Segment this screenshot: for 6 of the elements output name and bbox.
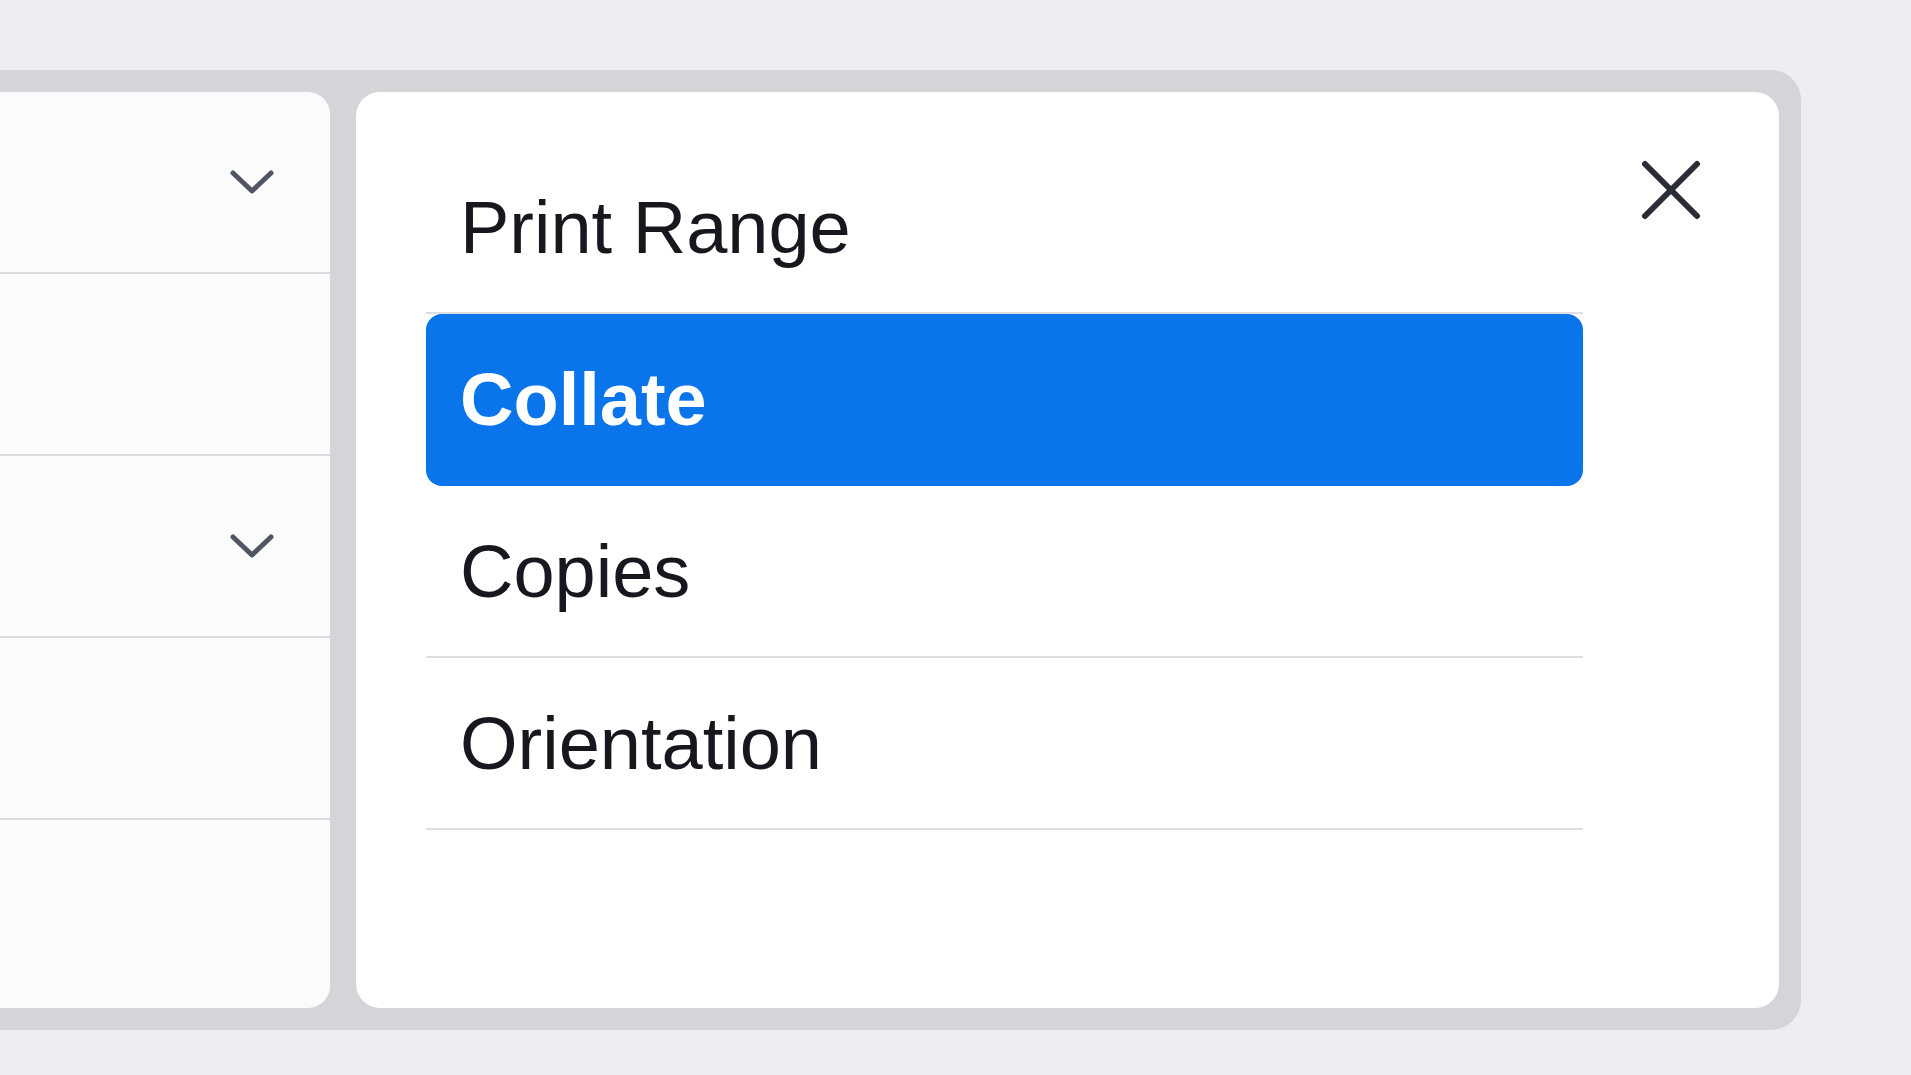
option-item[interactable]: Copies	[426, 486, 1583, 658]
option-item[interactable]: Collate	[426, 314, 1583, 486]
option-item[interactable]: Orientation	[426, 658, 1583, 830]
chevron-down-icon	[230, 534, 274, 558]
close-icon	[1641, 160, 1701, 220]
chevron-down-icon	[230, 170, 274, 194]
